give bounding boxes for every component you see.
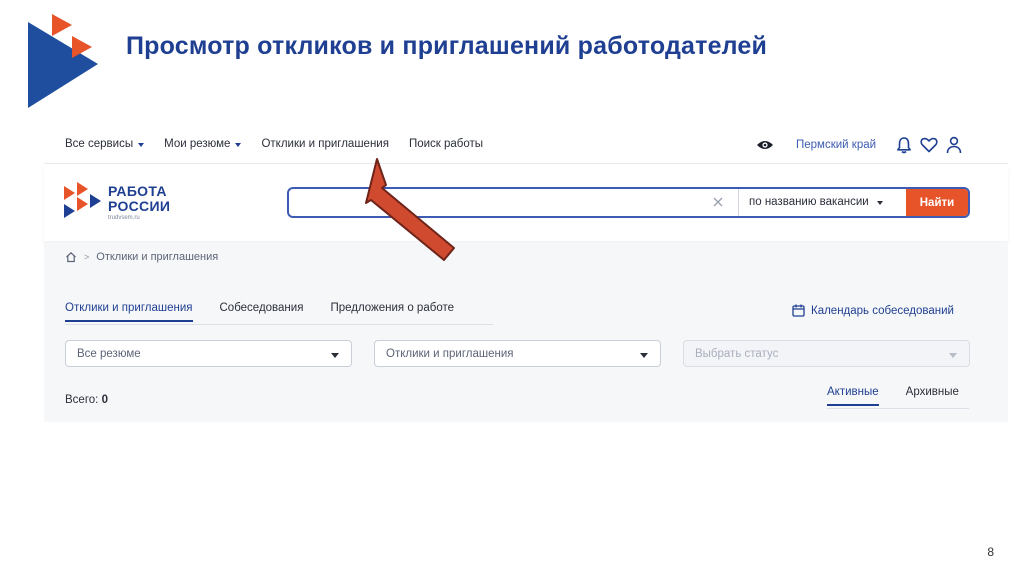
rabota-rossii-logo-icon xyxy=(64,182,101,218)
top-nav: Все сервисы Мои резюме Отклики и приглаш… xyxy=(65,138,483,150)
nav-my-resumes[interactable]: Мои резюме xyxy=(164,138,242,150)
resume-filter-select[interactable]: Все резюме xyxy=(65,340,352,367)
chevron-down-icon xyxy=(876,200,883,205)
type-filter-select[interactable]: Отклики и приглашения xyxy=(374,340,661,367)
total-value: 0 xyxy=(101,394,108,406)
home-icon[interactable] xyxy=(65,251,77,263)
region-selector[interactable]: Пермский край xyxy=(796,139,876,151)
slide-logo xyxy=(28,14,98,108)
eye-icon[interactable] xyxy=(755,135,775,155)
close-icon[interactable] xyxy=(711,195,725,209)
status-filter-placeholder: Выбрать статус xyxy=(695,347,779,360)
chevron-down-icon xyxy=(138,142,145,147)
interview-calendar-link[interactable]: Календарь собеседований xyxy=(792,304,954,317)
search-input[interactable] xyxy=(289,189,729,216)
search-mode-select[interactable]: по названию вакансии xyxy=(749,196,883,208)
chevron-down-icon xyxy=(640,353,648,358)
interview-calendar-label: Календарь собеседований xyxy=(811,304,954,317)
site-logo[interactable]: РАБОТА РОССИИ trudvsem.ru xyxy=(64,182,170,222)
tab-job-offers[interactable]: Предложения о работе xyxy=(330,302,454,321)
search-mode-label: по названию вакансии xyxy=(749,196,869,208)
search-button[interactable]: Найти xyxy=(906,189,968,216)
status-filter-select[interactable]: Выбрать статус xyxy=(683,340,970,367)
bell-icon[interactable] xyxy=(894,135,914,155)
total-count: Всего: 0 xyxy=(65,394,108,406)
page-content: > Отклики и приглашения Отклики и пригла… xyxy=(44,242,1008,422)
page-number: 8 xyxy=(987,545,994,559)
website-screenshot: Все сервисы Мои резюме Отклики и приглаш… xyxy=(44,124,1008,422)
nav-all-services[interactable]: Все сервисы xyxy=(65,138,145,150)
breadcrumb-separator: > xyxy=(84,252,90,262)
breadcrumb-current: Отклики и приглашения xyxy=(96,251,219,263)
heart-icon[interactable] xyxy=(919,135,939,155)
tab-responses-invitations[interactable]: Отклики и приглашения xyxy=(65,302,193,322)
tabs-divider xyxy=(65,324,493,325)
section-tabs: Отклики и приглашения Собеседования Пред… xyxy=(65,302,454,322)
total-label: Всего: xyxy=(65,394,99,406)
nav-responses-invitations-label: Отклики и приглашения xyxy=(261,138,389,150)
nav-my-resumes-label: Мои резюме xyxy=(164,138,231,150)
brand-url: trudvsem.ru xyxy=(108,214,140,221)
tab-active[interactable]: Активные xyxy=(827,386,879,406)
calendar-icon xyxy=(792,304,805,317)
nav-all-services-label: Все сервисы xyxy=(65,138,134,150)
brand-line-1: РАБОТА xyxy=(108,182,167,199)
search-divider xyxy=(738,189,739,216)
chevron-down-icon xyxy=(235,142,242,147)
type-filter-value: Отклики и приглашения xyxy=(386,347,514,360)
tab-archived[interactable]: Архивные xyxy=(906,386,959,405)
slide-title: Просмотр откликов и приглашений работода… xyxy=(126,32,768,60)
site-header: РАБОТА РОССИИ trudvsem.ru по названию ва… xyxy=(44,165,1008,241)
nav-job-search[interactable]: Поиск работы xyxy=(409,138,483,150)
top-navigation-bar: Все сервисы Мои резюме Отклики и приглаш… xyxy=(44,124,1008,164)
resume-filter-value: Все резюме xyxy=(77,347,141,360)
nav-responses-invitations[interactable]: Отклики и приглашения xyxy=(261,138,389,150)
status-tabs: Активные Архивные xyxy=(827,386,959,406)
chevron-down-icon xyxy=(331,353,339,358)
chevron-down-icon xyxy=(949,353,957,358)
breadcrumb: > Отклики и приглашения xyxy=(65,251,218,263)
tab-interviews[interactable]: Собеседования xyxy=(220,302,304,321)
brand-line-2: РОССИИ xyxy=(108,197,171,214)
top-right-controls: Пермский край xyxy=(755,135,969,155)
site-logo-text: РАБОТА РОССИИ trudvsem.ru xyxy=(108,182,171,221)
user-icon[interactable] xyxy=(944,135,964,155)
search-bar: по названию вакансии Найти xyxy=(287,187,970,218)
status-tabs-divider xyxy=(827,408,969,409)
nav-job-search-label: Поиск работы xyxy=(408,138,484,150)
